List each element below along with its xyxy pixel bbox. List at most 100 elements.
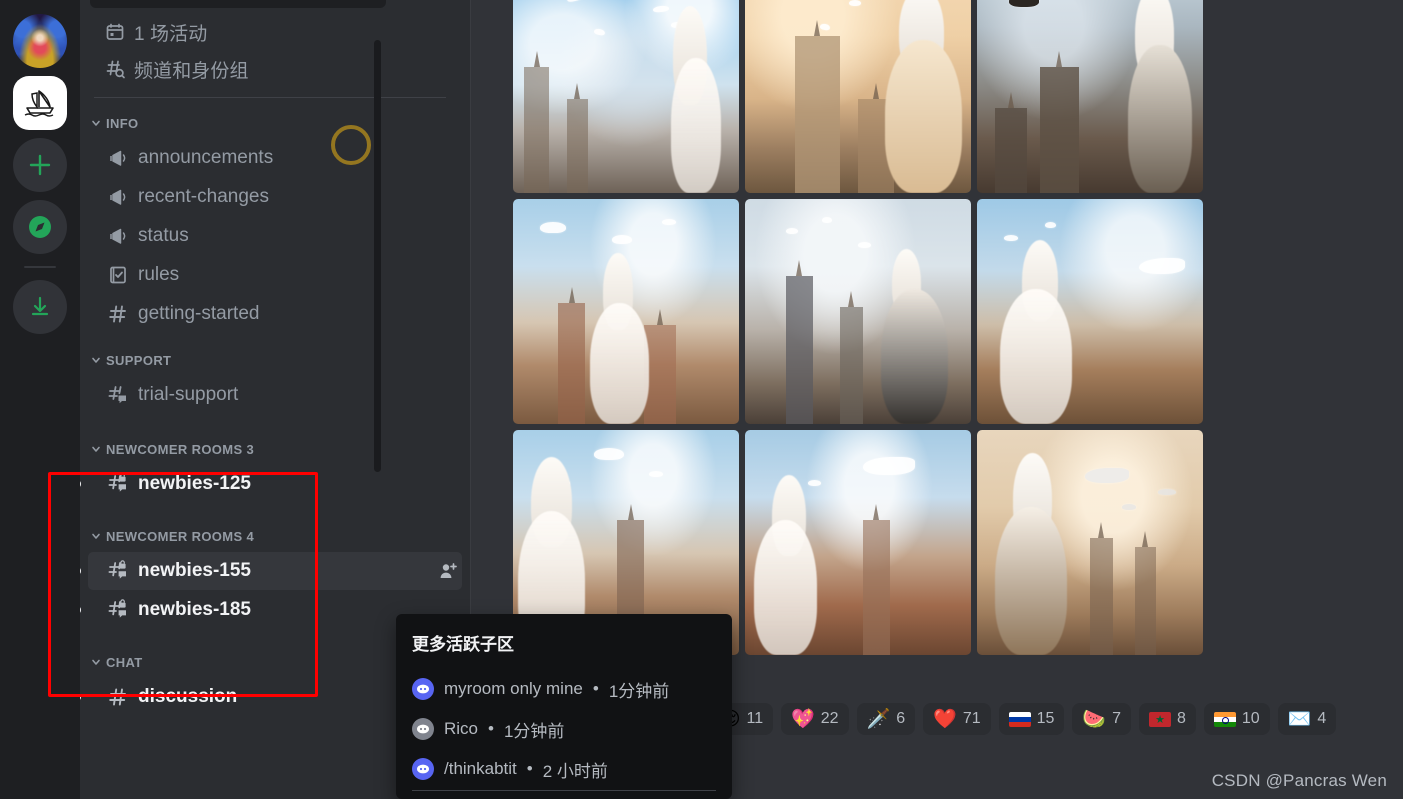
reaction-envelope[interactable]: ✉️ 4 (1277, 703, 1337, 735)
sidebar-item-status[interactable]: status (88, 217, 462, 255)
private-forum-icon (106, 559, 130, 583)
channel-label: trial-support (138, 384, 239, 405)
thread-name: /thinkabtit (444, 759, 517, 778)
gallery-image[interactable] (745, 0, 971, 193)
sidebar-item-trial-support[interactable]: trial-support (88, 376, 462, 414)
thread-time: 2 小时前 (542, 761, 608, 781)
flag-morocco-icon (1149, 711, 1171, 727)
category-newcomer-rooms-4[interactable]: NEWCOMER ROOMS 4 (80, 521, 470, 551)
calendar-icon (104, 21, 126, 43)
channel-label: status (138, 225, 189, 246)
browse-channels-icon (104, 58, 126, 80)
channel-label: announcements (138, 147, 274, 168)
gallery-image[interactable] (513, 0, 739, 193)
thread-name: Rico (444, 719, 479, 738)
flag-india-icon (1213, 711, 1236, 727)
active-threads-tooltip: 更多活跃子区 myroom only mine • 1分钟前 Rico • 1分… (396, 614, 732, 799)
reaction-count: 15 (1036, 710, 1055, 727)
reaction-flag-morocco[interactable]: 8 (1139, 703, 1196, 735)
gallery-image[interactable] (513, 199, 739, 424)
chevron-down-icon (90, 656, 102, 668)
reaction-count: 8 (1177, 710, 1186, 727)
invite-member-button[interactable] (434, 557, 462, 585)
sailboat-icon (24, 90, 54, 117)
sidebar-item-rules[interactable]: rules (88, 256, 462, 294)
server-avatar-art[interactable] (13, 14, 67, 68)
emoji: 💖 (791, 708, 815, 730)
separator: • (592, 679, 599, 698)
gallery-image[interactable] (977, 430, 1203, 655)
sidebar-item-announcements[interactable]: announcements (88, 139, 462, 177)
separator: • (488, 719, 494, 738)
thread-time: 1分钟前 (608, 681, 670, 701)
discord-grey-icon (412, 718, 434, 740)
category-label: NEWCOMER ROOMS 3 (106, 441, 255, 457)
sidebar-divider (94, 97, 446, 98)
add-server-button[interactable] (13, 138, 67, 192)
text-channel-icon (106, 685, 130, 709)
reaction-sparkling-heart[interactable]: 💖 22 (781, 703, 849, 735)
reaction-watermelon[interactable]: 🍉 7 (1072, 703, 1131, 735)
gallery-image[interactable] (745, 199, 971, 424)
reaction-count: 10 (1241, 710, 1260, 727)
reaction-flag-russia[interactable]: 15 (998, 703, 1065, 735)
server-boost-ring-badge (331, 125, 371, 165)
reaction-count: 71 (962, 710, 981, 727)
flag-russia-icon (1008, 711, 1031, 727)
person-add-icon (440, 563, 457, 578)
private-forum-icon (106, 472, 130, 496)
discord-brand-icon (412, 678, 434, 700)
category-label: INFO (106, 115, 139, 131)
channel-label: newbies-125 (138, 473, 251, 494)
gallery-image[interactable] (977, 0, 1203, 193)
sidebar-scrollbar[interactable] (374, 40, 381, 472)
rail-divider (24, 266, 56, 268)
server-rail (0, 0, 80, 799)
category-info[interactable]: INFO (80, 108, 470, 138)
sidebar-item-browse-channels[interactable]: 频道和身份组 (80, 51, 462, 87)
announcement-icon (106, 185, 130, 209)
channel-label: newbies-185 (138, 599, 251, 620)
channel-label: discussion (138, 686, 238, 707)
category-newcomer-rooms-3[interactable]: NEWCOMER ROOMS 3 (80, 434, 470, 464)
download-apps-button[interactable] (13, 280, 67, 334)
gallery-image[interactable] (745, 430, 971, 655)
sidebar-item-getting-started[interactable]: getting-started (88, 295, 462, 333)
browse-channels-label: 频道和身份组 (134, 60, 249, 82)
rules-icon (106, 263, 130, 287)
chevron-down-icon (90, 117, 102, 129)
thread-name: myroom only mine (444, 679, 583, 698)
download-icon (31, 296, 49, 316)
events-label: 1 场活动 (134, 23, 208, 45)
announcement-icon (106, 224, 130, 248)
chevron-down-icon (90, 530, 102, 542)
explore-servers-button[interactable] (13, 200, 67, 254)
plus-icon (29, 154, 51, 176)
tooltip-thread-row[interactable]: myroom only mine • 1分钟前 (412, 669, 716, 709)
unread-indicator (80, 692, 81, 702)
emoji: ❤️ (933, 708, 957, 730)
chevron-down-icon (90, 443, 102, 455)
channel-label: recent-changes (138, 186, 269, 207)
emoji: 🍉 (1082, 708, 1107, 730)
sidebar-item-events[interactable]: 1 场活动 (80, 14, 462, 50)
category-support[interactable]: SUPPORT (80, 345, 470, 375)
reaction-count: 11 (746, 710, 764, 727)
tooltip-thread-row[interactable]: /thinkabtit • 2 小时前 (412, 749, 716, 789)
category-label: SUPPORT (106, 352, 172, 368)
channel-label: rules (138, 264, 180, 285)
reaction-count: 6 (896, 710, 906, 727)
sidebar-item-recent-changes[interactable]: recent-changes (88, 178, 462, 216)
tooltip-thread-row[interactable]: Rico • 1分钟前 (412, 709, 716, 749)
chevron-down-icon (90, 354, 102, 366)
sidebar-item-newbies-125[interactable]: newbies-125 (80, 465, 462, 503)
reaction-dagger[interactable]: 🗡️ 6 (856, 703, 916, 735)
unread-indicator (80, 566, 81, 576)
server-icon-boat[interactable] (13, 76, 67, 130)
gallery-image[interactable] (977, 199, 1203, 424)
discord-brand-icon (412, 758, 434, 780)
sidebar-item-newbies-155[interactable]: newbies-155 (80, 552, 462, 590)
announcement-icon (106, 146, 130, 170)
reaction-flag-india[interactable]: 10 (1203, 703, 1270, 735)
reaction-red-heart[interactable]: ❤️ 71 (923, 703, 991, 735)
